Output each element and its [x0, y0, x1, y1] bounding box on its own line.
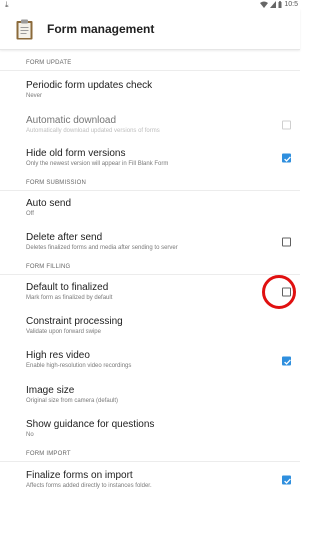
wifi-icon — [260, 1, 269, 8]
pref-title: Show guidance for questions — [26, 418, 155, 430]
section-header-form-filling: FORM FILLING — [0, 259, 300, 275]
pref-delete-after-send[interactable]: Delete after send Deletes finalized form… — [0, 225, 300, 259]
download-icon: ⤓ — [5, 0, 9, 9]
pref-title: High res video — [26, 350, 90, 361]
pref-constraint-processing[interactable]: Constraint processing Validate upon forw… — [0, 309, 300, 343]
pref-automatic-download: Automatic download Automatically downloa… — [0, 109, 300, 141]
pref-periodic-form-updates-check[interactable]: Periodic form updates check Never — [0, 71, 300, 109]
status-icons: 10:5 — [260, 0, 298, 9]
settings-list[interactable]: FORM UPDATE Periodic form updates check … — [0, 55, 300, 498]
pref-summary: Validate upon forward swipe — [26, 328, 101, 335]
pref-summary: No — [26, 431, 34, 438]
pref-summary: Affects forms added directly to instance… — [26, 482, 152, 489]
section-header-form-import: FORM IMPORT — [0, 446, 300, 462]
pref-summary: Deletes finalized forms and media after … — [26, 244, 178, 251]
high-res-video-checkbox[interactable] — [282, 356, 291, 365]
finalize-forms-on-import-checkbox[interactable] — [282, 475, 291, 485]
pref-title: Auto send — [26, 197, 72, 209]
pref-finalize-forms-on-import[interactable]: Finalize forms on import Affects forms a… — [0, 462, 300, 498]
automatic-download-checkbox — [282, 120, 291, 130]
pref-summary: Only the newest version will appear in F… — [26, 160, 169, 167]
pref-summary: Enable high-resolution video recordings — [26, 363, 132, 369]
section-header-form-update: FORM UPDATE — [0, 55, 300, 71]
clock: 10:5 — [284, 1, 298, 8]
pref-title: Default to finalized — [26, 281, 109, 293]
pref-auto-send[interactable]: Auto send Off — [0, 191, 300, 225]
pref-title: Finalize forms on import — [26, 469, 133, 481]
pref-image-size[interactable]: Image size Original size from camera (de… — [0, 378, 300, 412]
clipboard-icon — [16, 19, 33, 40]
hide-old-form-versions-checkbox[interactable] — [282, 153, 291, 163]
pref-hide-old-form-versions[interactable]: Hide old form versions Only the newest v… — [0, 141, 300, 175]
pref-show-guidance-for-questions[interactable]: Show guidance for questions No — [0, 412, 300, 446]
pref-title: Hide old form versions — [26, 147, 126, 159]
pref-summary: Off — [26, 210, 34, 217]
pref-title: Image size — [26, 384, 75, 396]
page-title: Form management — [47, 22, 155, 36]
status-bar: ⤓ 10:5 — [0, 0, 300, 9]
pref-default-to-finalized[interactable]: Default to finalized Mark form as finali… — [0, 275, 300, 309]
battery-icon — [278, 1, 282, 8]
pref-title: Constraint processing — [26, 315, 123, 327]
pref-summary: Never — [26, 92, 43, 99]
signal-icon — [270, 1, 277, 8]
pref-summary: Original size from camera (default) — [26, 397, 119, 404]
delete-after-send-checkbox[interactable] — [282, 237, 291, 247]
pref-summary: Mark form as finalized by default — [26, 294, 113, 301]
default-to-finalized-checkbox[interactable] — [282, 287, 291, 297]
pref-summary: Automatically download updated versions … — [26, 127, 160, 134]
app-bar: Form management — [0, 9, 300, 50]
pref-title: Periodic form updates check — [26, 79, 153, 91]
pref-title: Automatic download — [26, 114, 117, 126]
pref-high-res-video[interactable]: High res video Enable high-resolution vi… — [0, 343, 300, 378]
section-header-form-submission: FORM SUBMISSION — [0, 175, 300, 191]
pref-title: Delete after send — [26, 231, 103, 243]
